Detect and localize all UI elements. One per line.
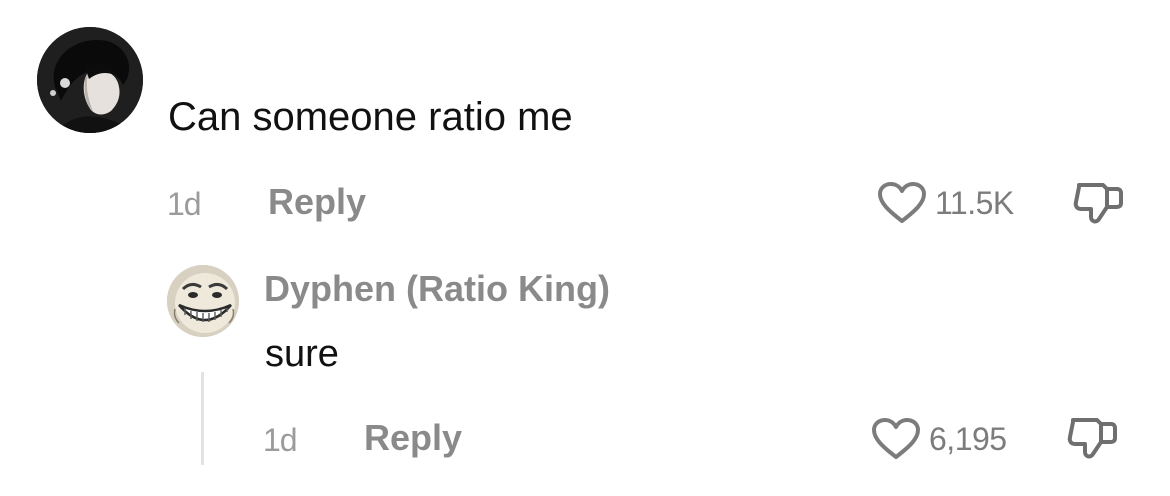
replier-avatar[interactable] bbox=[167, 265, 239, 337]
thumbs-down-icon bbox=[1067, 418, 1117, 459]
reply-like-button[interactable]: 6,195 bbox=[871, 417, 1007, 461]
comment-reply-button[interactable]: Reply bbox=[268, 182, 366, 222]
trollface-avatar-image bbox=[167, 265, 239, 337]
commenter-avatar[interactable] bbox=[37, 27, 143, 133]
comment-timestamp: 1d bbox=[167, 186, 202, 222]
reply-like-count: 6,195 bbox=[929, 421, 1007, 457]
comment-like-count: 11.5K bbox=[935, 185, 1014, 221]
thread-line bbox=[201, 372, 204, 465]
heart-outline-icon bbox=[872, 418, 920, 459]
reply-dislike-button[interactable] bbox=[1067, 414, 1119, 467]
reply-timestamp: 1d bbox=[263, 422, 298, 458]
reply-reply-button[interactable]: Reply bbox=[364, 418, 462, 458]
commenter-avatar-image bbox=[37, 27, 143, 133]
heart-outline-icon bbox=[878, 182, 926, 223]
thumbs-down-icon bbox=[1073, 183, 1123, 224]
comment-like-button[interactable]: 11.5K bbox=[877, 181, 1014, 225]
reply-text: sure bbox=[265, 333, 339, 375]
reply-author-name[interactable]: Dyphen (Ratio King) bbox=[264, 268, 610, 310]
comment-text: Can someone ratio me bbox=[168, 95, 573, 139]
comment-dislike-button[interactable] bbox=[1073, 179, 1125, 232]
